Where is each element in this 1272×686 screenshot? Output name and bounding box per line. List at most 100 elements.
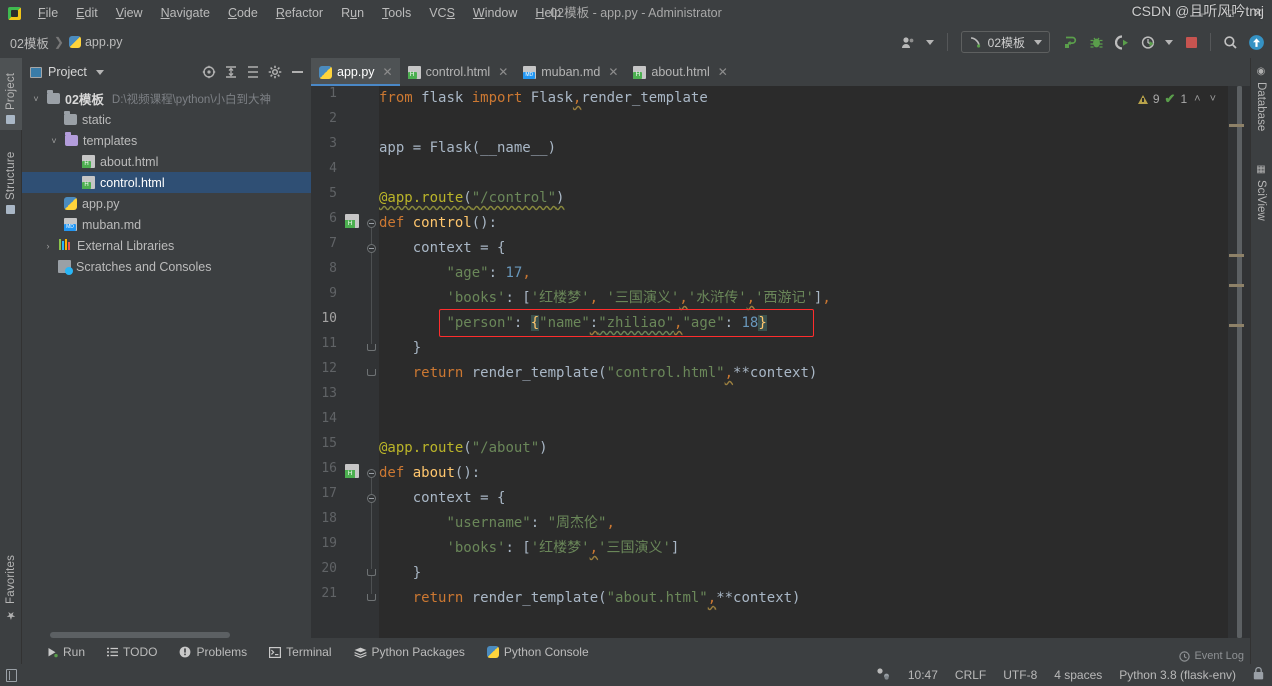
close-icon[interactable]: ✕ <box>718 65 728 79</box>
profile-icon[interactable] <box>897 30 921 54</box>
code-line-9[interactable]: 'books': ['红楼梦', '三国演义','水浒传','西游记'], <box>379 286 830 311</box>
code-line-20[interactable]: } <box>379 561 421 586</box>
git-branch-indicator[interactable] <box>876 667 891 683</box>
hide-panel-icon[interactable] <box>287 62 307 82</box>
menu-item-view[interactable]: View <box>107 3 152 23</box>
menu-item-tools[interactable]: Tools <box>373 3 420 23</box>
code-line-12[interactable]: return render_template("control.html",**… <box>379 361 818 386</box>
run-button[interactable] <box>1058 30 1082 54</box>
fold-end-icon[interactable] <box>367 569 376 576</box>
gutter-run-icon-control[interactable] <box>345 214 359 228</box>
editor-tab-app-py[interactable]: app.py ✕ <box>311 58 400 86</box>
tree-item-02模板[interactable]: ˅ 02模板 D:\视频课程\python\小白到大神 <box>22 88 311 109</box>
tool-button-terminal[interactable]: Terminal <box>258 642 342 662</box>
menu-item-navigate[interactable]: Navigate <box>152 3 219 23</box>
tool-button-todo[interactable]: TODO <box>96 642 168 662</box>
tree-item-muban-md[interactable]: muban.md <box>22 214 311 235</box>
warning-stripe[interactable] <box>1229 324 1244 327</box>
editor-gutter[interactable]: 1 2 3 4 5 6 7 8 9 10 11 12 13 14 15 16 1… <box>311 86 379 638</box>
run-coverage-button[interactable] <box>1110 30 1134 54</box>
menu-item-code[interactable]: Code <box>219 3 267 23</box>
gutter-run-icon-about[interactable] <box>345 464 359 478</box>
caret-position[interactable]: 10:47 <box>908 668 938 682</box>
tool-button-python-console[interactable]: Python Console <box>476 642 600 662</box>
tool-button-problems[interactable]: Problems <box>168 642 258 662</box>
warning-stripe[interactable] <box>1229 124 1244 127</box>
read-only-toggle-icon[interactable] <box>1253 667 1264 683</box>
collapse-all-icon[interactable] <box>243 62 263 82</box>
sidebar-item-favorites[interactable]: ★ Favorites <box>0 548 22 628</box>
menu-item-run[interactable]: Run <box>332 3 373 23</box>
tree-item-external-libraries[interactable]: › External Libraries <box>22 235 311 256</box>
tool-button-python-packages[interactable]: Python Packages <box>343 642 476 662</box>
profile-run-caret-icon[interactable] <box>1165 39 1173 45</box>
debug-button[interactable] <box>1084 30 1108 54</box>
code-line-10[interactable]: "person": {"name":"zhiliao","age": 18} <box>379 311 767 336</box>
code-line-15[interactable]: @app.route("/about") <box>379 436 548 461</box>
tree-item-app-py[interactable]: app.py <box>22 193 311 214</box>
editor-tab-muban-md[interactable]: muban.md ✕ <box>515 58 625 86</box>
fold-toggle-icon[interactable] <box>367 219 376 228</box>
close-button[interactable]: ✕ <box>1244 0 1272 26</box>
scrollbar-thumb[interactable] <box>1237 86 1242 638</box>
run-configuration-selector[interactable]: 02模板 <box>960 31 1050 53</box>
menu-item-help[interactable]: Help <box>526 3 570 23</box>
search-everywhere-icon[interactable] <box>1218 30 1242 54</box>
fold-end-icon[interactable] <box>367 594 376 601</box>
locate-file-icon[interactable] <box>199 62 219 82</box>
code-line-19[interactable]: 'books': ['红楼梦','三国演义'] <box>379 536 679 561</box>
event-log-button[interactable]: Event Log <box>1179 650 1244 662</box>
status-book-icon[interactable] <box>6 668 17 682</box>
fold-end-icon[interactable] <box>367 344 376 351</box>
code-line-7[interactable]: context = { <box>379 236 506 261</box>
sidebar-item-database[interactable]: ◉ Database <box>1250 60 1272 142</box>
menu-item-file[interactable]: File <box>29 3 67 23</box>
project-horizontal-scrollbar[interactable] <box>50 632 230 638</box>
warning-stripe[interactable] <box>1229 254 1244 257</box>
fold-toggle-icon[interactable] <box>367 469 376 478</box>
code-line-8[interactable]: "age": 17, <box>379 261 530 286</box>
twisty-icon[interactable]: ˅ <box>30 94 42 104</box>
menu-item-window[interactable]: Window <box>464 3 526 23</box>
run-configuration-caret-icon[interactable] <box>1034 39 1042 45</box>
editor-tab-control-html[interactable]: control.html ✕ <box>400 58 516 86</box>
breadcrumb-project[interactable]: 02模板 <box>10 33 49 52</box>
warning-stripe[interactable] <box>1229 284 1244 287</box>
fold-toggle-icon[interactable] <box>367 244 376 253</box>
fold-toggle-icon[interactable] <box>367 494 376 503</box>
file-encoding[interactable]: UTF-8 <box>1003 668 1037 682</box>
editor-scrollbar-gutter[interactable] <box>1228 86 1250 638</box>
tree-item-about-html[interactable]: about.html <box>22 151 311 172</box>
menu-item-refactor[interactable]: Refactor <box>267 3 332 23</box>
inspection-widget[interactable]: 9 ✔ 1 ˄ ˅ <box>1137 88 1218 110</box>
project-panel-title[interactable]: Project <box>30 65 104 79</box>
close-icon[interactable]: ✕ <box>608 65 618 79</box>
chevron-down-icon[interactable] <box>95 69 104 75</box>
indent-setting[interactable]: 4 spaces <box>1054 668 1102 682</box>
previous-problem-icon[interactable]: ˄ <box>1192 93 1202 105</box>
code-lines[interactable]: from flask import Flask,render_template … <box>379 86 1250 638</box>
breadcrumb-file[interactable]: app.py <box>68 35 123 49</box>
tool-button-run[interactable]: Run <box>36 642 96 662</box>
python-interpreter[interactable]: Python 3.8 (flask-env) <box>1119 668 1236 682</box>
code-line-11[interactable]: } <box>379 336 421 361</box>
tree-item-control-html[interactable]: control.html <box>22 172 311 193</box>
twisty-icon[interactable]: ˅ <box>48 136 60 146</box>
maximize-button[interactable]: □ <box>1216 0 1244 26</box>
code-line-17[interactable]: context = { <box>379 486 506 511</box>
close-icon[interactable]: ✕ <box>383 65 393 79</box>
update-project-icon[interactable] <box>1244 30 1268 54</box>
next-problem-icon[interactable]: ˅ <box>1208 93 1218 105</box>
sidebar-item-project[interactable]: Project <box>0 58 22 130</box>
stop-button[interactable] <box>1179 30 1203 54</box>
fold-end-icon[interactable] <box>367 369 376 376</box>
twisty-icon[interactable]: › <box>42 241 54 251</box>
profile-run-button[interactable] <box>1136 30 1160 54</box>
sidebar-item-sciview[interactable]: ▦ SciView <box>1250 158 1272 234</box>
close-icon[interactable]: ✕ <box>498 65 508 79</box>
sidebar-item-structure[interactable]: Structure <box>0 140 22 220</box>
editor-tab-about-html[interactable]: about.html ✕ <box>625 58 734 86</box>
settings-gear-icon[interactable] <box>265 62 285 82</box>
code-line-3[interactable]: app = Flask(__name__) <box>379 136 556 161</box>
code-line-16[interactable]: def about(): <box>379 461 480 486</box>
